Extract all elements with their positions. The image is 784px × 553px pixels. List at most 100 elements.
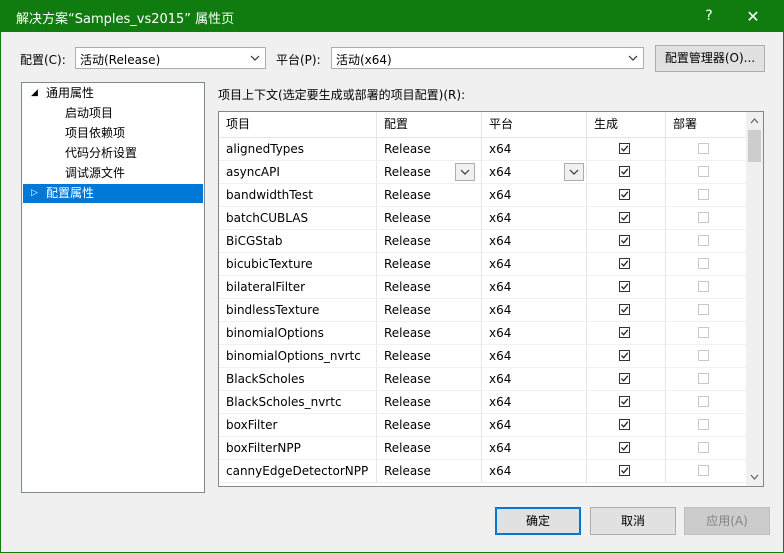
table-row[interactable]: bilateralFilter Release x64 — [219, 276, 746, 299]
build-cell — [587, 345, 666, 367]
column-header-platform[interactable]: 平台 — [482, 112, 587, 137]
column-header-project[interactable]: 项目 — [219, 112, 377, 137]
config-cell[interactable]: Release — [377, 299, 482, 321]
platform-cell[interactable]: x64 — [482, 230, 587, 252]
platform-cell[interactable]: x64 — [482, 414, 587, 436]
ok-button[interactable]: 确定 — [495, 507, 581, 535]
build-checkbox[interactable] — [619, 442, 630, 453]
platform-value: x64 — [489, 303, 512, 317]
table-row[interactable]: BlackScholes Release x64 — [219, 368, 746, 391]
deploy-checkbox — [698, 166, 709, 177]
table-row[interactable]: bicubicTexture Release x64 — [219, 253, 746, 276]
table-row[interactable]: cannyEdgeDetectorNPP Release x64 — [219, 460, 746, 483]
platform-cell[interactable]: x64 — [482, 322, 587, 344]
tree-item-debug-source[interactable]: 调试源文件 — [23, 164, 203, 183]
table-row[interactable]: boxFilterNPP Release x64 — [219, 437, 746, 460]
config-cell[interactable]: Release — [377, 276, 482, 298]
build-checkbox[interactable] — [619, 465, 630, 476]
table-row[interactable]: batchCUBLAS Release x64 — [219, 207, 746, 230]
build-checkbox[interactable] — [619, 419, 630, 430]
table-row[interactable]: bandwidthTest Release x64 — [219, 184, 746, 207]
build-checkbox[interactable] — [619, 189, 630, 200]
expanded-triangle-icon[interactable]: ◢ — [31, 84, 38, 103]
build-checkbox[interactable] — [619, 373, 630, 384]
platform-cell[interactable]: x64 — [482, 345, 587, 367]
vertical-scrollbar[interactable] — [746, 112, 763, 486]
tree-item-label: 项目依赖项 — [65, 126, 126, 140]
config-value: Release — [384, 464, 431, 478]
platform-value: x64 — [489, 395, 512, 409]
config-cell[interactable]: Release — [377, 161, 482, 183]
config-cell[interactable]: Release — [377, 460, 482, 482]
tree-item-project-dependencies[interactable]: 项目依赖项 — [23, 124, 203, 143]
config-cell[interactable]: Release — [377, 184, 482, 206]
tree-item-code-analysis[interactable]: 代码分析设置 — [23, 144, 203, 163]
scroll-up-icon[interactable] — [749, 116, 760, 126]
platform-cell[interactable]: x64 — [482, 460, 587, 482]
table-row[interactable]: binomialOptions_nvrtc Release x64 — [219, 345, 746, 368]
config-cell[interactable]: Release — [377, 207, 482, 229]
platform-cell[interactable]: x64 — [482, 391, 587, 413]
platform-select[interactable]: 活动(x64) — [331, 47, 644, 69]
build-checkbox[interactable] — [619, 350, 630, 361]
close-button[interactable]: ✕ — [735, 1, 771, 32]
collapsed-triangle-icon[interactable]: ▷ — [31, 184, 38, 203]
config-dropdown-button[interactable] — [455, 163, 475, 181]
platform-cell[interactable]: x64 — [482, 299, 587, 321]
column-header-build[interactable]: 生成 — [587, 112, 666, 137]
scrollbar-thumb[interactable] — [748, 130, 761, 162]
table-row[interactable]: boxFilter Release x64 — [219, 414, 746, 437]
deploy-checkbox — [698, 396, 709, 407]
column-header-deploy[interactable]: 部署 — [666, 112, 746, 137]
build-checkbox[interactable] — [619, 235, 630, 246]
build-checkbox[interactable] — [619, 143, 630, 154]
deploy-cell — [666, 460, 746, 482]
platform-cell[interactable]: x64 — [482, 161, 587, 183]
platform-cell[interactable]: x64 — [482, 138, 587, 160]
config-label: 配置(C): — [20, 53, 66, 67]
title-bar[interactable]: 解决方案“Samples_vs2015” 属性页 ? ✕ — [1, 1, 783, 32]
build-checkbox[interactable] — [619, 327, 630, 338]
config-cell[interactable]: Release — [377, 368, 482, 390]
config-cell[interactable]: Release — [377, 253, 482, 275]
tree-item-startup-project[interactable]: 启动项目 — [23, 104, 203, 123]
apply-button[interactable]: 应用(A) — [684, 507, 770, 535]
platform-cell[interactable]: x64 — [482, 368, 587, 390]
build-checkbox[interactable] — [619, 281, 630, 292]
config-cell[interactable]: Release — [377, 391, 482, 413]
cancel-button[interactable]: 取消 — [590, 507, 676, 535]
platform-cell[interactable]: x64 — [482, 253, 587, 275]
config-cell[interactable]: Release — [377, 437, 482, 459]
build-checkbox[interactable] — [619, 212, 630, 223]
config-cell[interactable]: Release — [377, 414, 482, 436]
table-row[interactable]: binomialOptions Release x64 — [219, 322, 746, 345]
config-select[interactable]: 活动(Release) — [75, 47, 266, 69]
scroll-down-icon[interactable] — [749, 472, 760, 482]
platform-cell[interactable]: x64 — [482, 437, 587, 459]
config-value: Release — [384, 349, 431, 363]
table-row[interactable]: alignedTypes Release x64 — [219, 138, 746, 161]
config-manager-button[interactable]: 配置管理器(O)... — [655, 45, 765, 72]
config-cell[interactable]: Release — [377, 322, 482, 344]
build-checkbox[interactable] — [619, 166, 630, 177]
build-checkbox[interactable] — [619, 396, 630, 407]
platform-cell[interactable]: x64 — [482, 207, 587, 229]
platform-cell[interactable]: x64 — [482, 184, 587, 206]
help-button[interactable]: ? — [691, 1, 727, 32]
table-row[interactable]: BlackScholes_nvrtc Release x64 — [219, 391, 746, 414]
tree-item-config-properties[interactable]: ▷ 配置属性 — [23, 184, 203, 203]
build-checkbox[interactable] — [619, 258, 630, 269]
config-cell[interactable]: Release — [377, 230, 482, 252]
platform-dropdown-button[interactable] — [564, 163, 584, 181]
tree-item-common-properties[interactable]: ◢ 通用属性 — [23, 84, 203, 103]
table-row[interactable]: BiCGStab Release x64 — [219, 230, 746, 253]
config-cell[interactable]: Release — [377, 345, 482, 367]
build-checkbox[interactable] — [619, 304, 630, 315]
table-row[interactable]: bindlessTexture Release x64 — [219, 299, 746, 322]
platform-cell[interactable]: x64 — [482, 276, 587, 298]
chevron-down-icon — [628, 55, 638, 61]
config-cell[interactable]: Release — [377, 138, 482, 160]
table-row[interactable]: asyncAPI Release x64 — [219, 161, 746, 184]
platform-value: x64 — [489, 257, 512, 271]
column-header-config[interactable]: 配置 — [377, 112, 482, 137]
